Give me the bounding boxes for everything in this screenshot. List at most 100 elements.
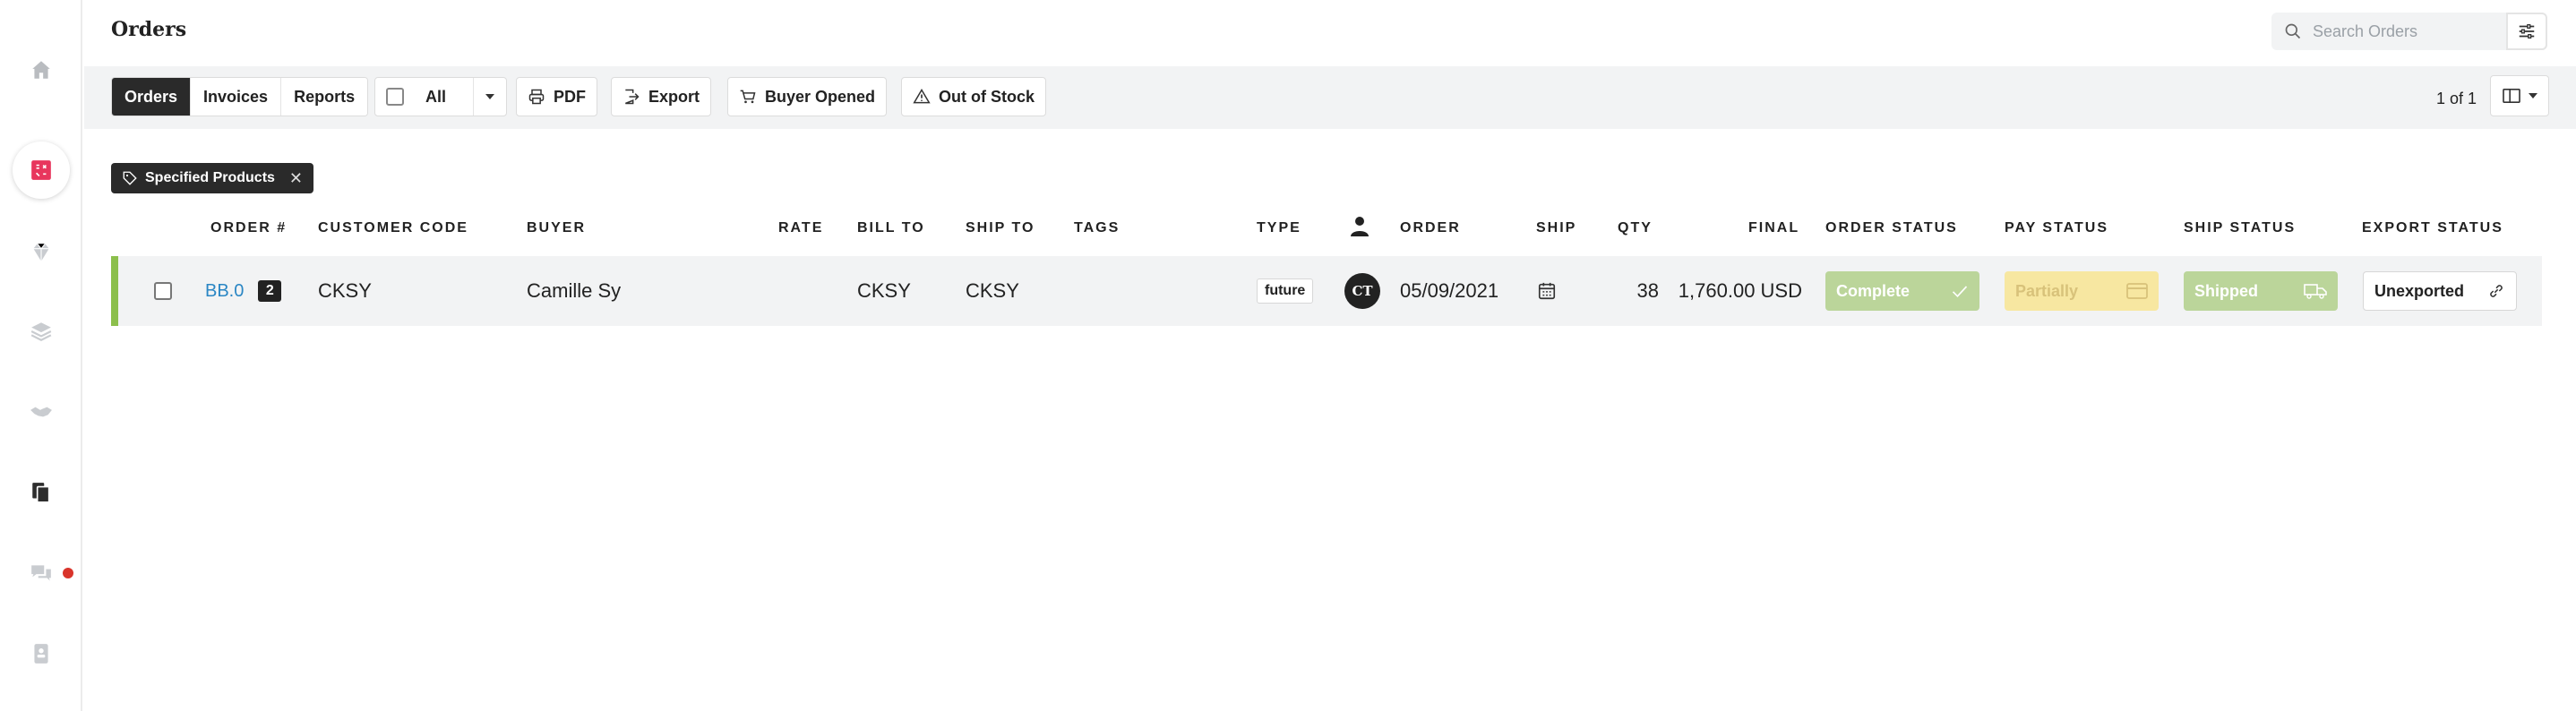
filter-settings-button[interactable] [2506, 13, 2547, 50]
calendar-icon[interactable] [1537, 281, 1557, 301]
documents-icon [32, 483, 50, 503]
order-status-badge[interactable]: Complete [1825, 271, 1979, 311]
tab-reports[interactable]: Reports [281, 78, 368, 116]
row-checkbox-cell [154, 256, 172, 326]
cart-icon [740, 90, 756, 104]
order-status-cell: Complete [1825, 256, 1979, 326]
column-header-order-status[interactable]: ORDER STATUS [1825, 220, 1958, 236]
search-box[interactable] [2271, 13, 2506, 50]
link-icon [2490, 285, 2503, 297]
column-header-qty[interactable]: QTY [1618, 220, 1653, 236]
page-title: Orders [111, 18, 187, 41]
handshake-icon [30, 407, 52, 417]
column-header-pay-status[interactable]: PAY STATUS [2005, 220, 2108, 236]
out-of-stock-button[interactable]: Out of Stock [901, 77, 1046, 116]
ship-to-cell: CKSY [966, 279, 1019, 302]
chat-icon [31, 565, 51, 581]
tab-invoices[interactable]: Invoices [191, 78, 282, 116]
orders-icon [31, 160, 51, 180]
column-header-rate[interactable]: RATE [778, 220, 823, 236]
filter-chip-label: Specified Products [145, 170, 275, 185]
column-header-order[interactable]: ORDER [1400, 220, 1461, 236]
column-header-tags[interactable]: TAGS [1074, 220, 1120, 236]
truck-icon [2304, 284, 2327, 299]
contact-card-icon [34, 644, 48, 664]
sidebar-item-partners[interactable] [13, 383, 70, 441]
buyer-opened-label: Buyer Opened [765, 87, 876, 106]
buyer-cell: Camille Sy [527, 279, 622, 302]
pdf-label: PDF [554, 87, 586, 106]
warning-icon [913, 89, 931, 104]
select-dropdown-button[interactable] [474, 78, 506, 116]
column-header-final[interactable]: FINAL [1748, 220, 1799, 236]
buyer-opened-button[interactable]: Buyer Opened [727, 77, 888, 116]
printer-icon [528, 89, 545, 105]
notification-dot [63, 568, 73, 578]
caret-down-icon [485, 94, 494, 99]
type-cell: future [1257, 256, 1314, 326]
pagination-text: 1 of 1 [2436, 90, 2477, 107]
sidebar-item-orders[interactable] [13, 141, 70, 199]
column-header-bill-to[interactable]: BILL TO [857, 220, 925, 236]
column-header-ship-to[interactable]: SHIP TO [966, 220, 1035, 236]
ship-date-cell [1537, 256, 1557, 326]
qty-cell: 38 [1636, 279, 1659, 302]
order-date-cell: 05/09/2021 [1400, 279, 1499, 302]
out-of-stock-label: Out of Stock [939, 87, 1035, 106]
export-button[interactable]: Export [611, 77, 712, 116]
sidebar-item-messages[interactable] [13, 544, 70, 602]
columns-icon [2503, 88, 2520, 104]
column-header-type[interactable]: TYPE [1257, 220, 1301, 236]
export-status-cell: Unexported [2363, 256, 2517, 326]
tag-icon [123, 171, 137, 185]
avatar[interactable]: CT [1344, 273, 1380, 309]
column-header-ship-status[interactable]: SHIP STATUS [2184, 220, 2296, 236]
tab-orders[interactable]: Orders [112, 78, 192, 116]
order-number-cell: BB.0 2 [205, 256, 282, 326]
table-row[interactable]: BB.0 2 CKSY Camille Sy CKSY CKSY future … [111, 256, 2542, 326]
column-header-order-no[interactable]: ORDER # [210, 220, 287, 236]
search-icon [2285, 23, 2301, 39]
select-all-group: All [374, 77, 507, 116]
check-icon [1952, 286, 1968, 298]
select-all-label: All [425, 87, 447, 106]
ship-status-label: Shipped [2194, 281, 2258, 300]
sidebar-item-contacts[interactable] [13, 625, 70, 682]
column-header-customer-code[interactable]: CUSTOMER CODE [318, 220, 468, 236]
select-all-checkbox[interactable] [386, 88, 404, 106]
remove-filter-icon[interactable]: ✕ [289, 169, 303, 188]
export-status-label: Unexported [2374, 281, 2465, 300]
ship-status-cell: Shipped [2184, 256, 2338, 326]
export-label: Export [648, 87, 700, 106]
column-header-buyer[interactable]: BUYER [527, 220, 586, 236]
sidebar [0, 0, 82, 711]
export-status-badge[interactable]: Unexported [2363, 271, 2517, 311]
sidebar-item-layers[interactable] [13, 303, 70, 360]
toolbar: Orders Invoices Reports All PDF Export B… [84, 66, 2576, 129]
final-cell: 1,760.00 USD [1678, 279, 1802, 302]
columns-button[interactable] [2490, 75, 2549, 116]
layers-icon [30, 322, 52, 341]
sidebar-item-home[interactable] [13, 41, 70, 99]
filter-chip[interactable]: Specified Products ✕ [111, 163, 314, 193]
type-badge: future [1257, 278, 1314, 304]
order-number-link[interactable]: BB.0 [205, 281, 244, 302]
pay-status-badge[interactable]: Partially [2005, 271, 2159, 311]
ship-status-badge[interactable]: Shipped [2184, 271, 2338, 311]
sidebar-item-gem[interactable] [13, 224, 70, 281]
gem-icon [33, 243, 49, 261]
rep-cell: CT [1344, 256, 1380, 326]
caret-down-icon [2529, 93, 2537, 99]
home-icon [32, 61, 50, 79]
customer-code-cell: CKSY [318, 279, 372, 302]
row-checkbox[interactable] [154, 282, 172, 300]
view-tabs: Orders Invoices Reports [111, 77, 369, 116]
sidebar-item-documents[interactable] [13, 464, 70, 521]
select-all-button[interactable]: All [375, 78, 474, 116]
column-header-export-status[interactable]: EXPORT STATUS [2362, 220, 2503, 236]
bill-to-cell: CKSY [857, 279, 911, 302]
column-header-ship[interactable]: SHIP [1536, 220, 1576, 236]
pdf-button[interactable]: PDF [516, 77, 597, 116]
search-input[interactable] [2313, 21, 2492, 41]
order-count-badge: 2 [258, 280, 282, 302]
